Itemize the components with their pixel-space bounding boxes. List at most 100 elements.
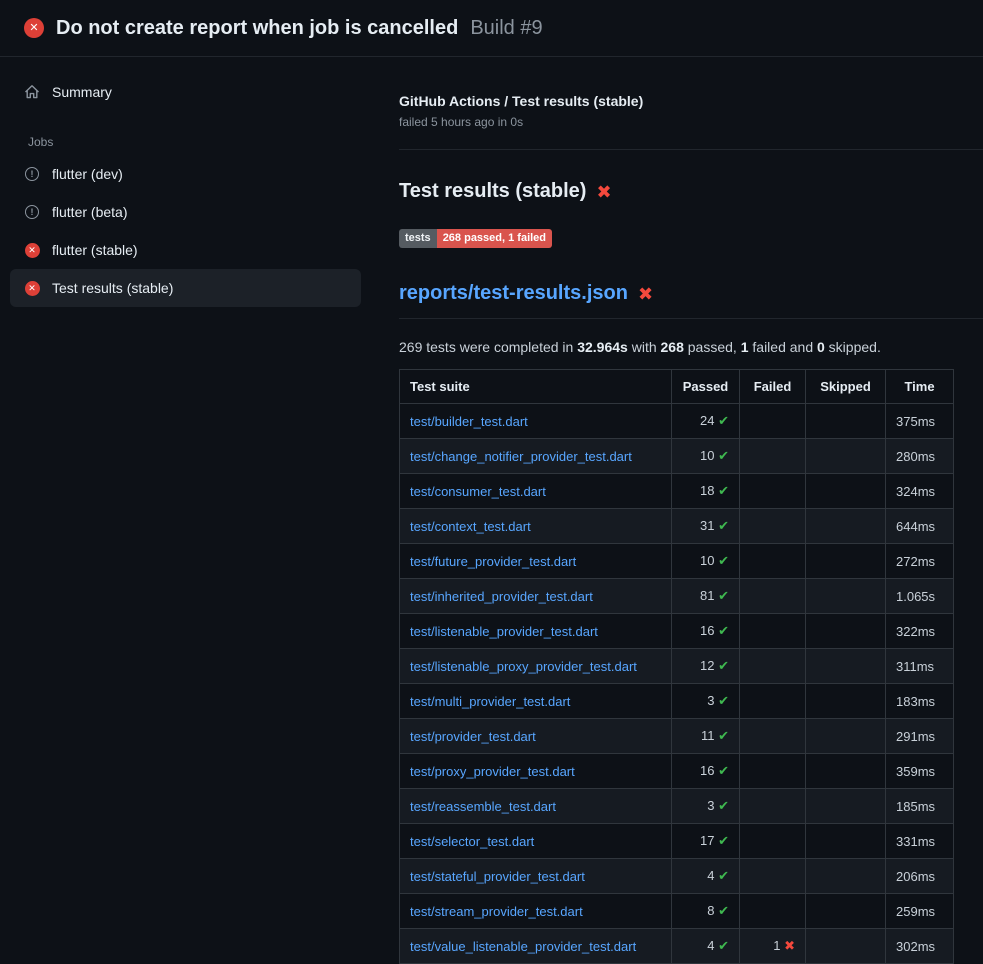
failed-cell (740, 824, 806, 859)
passed-cell: 16 ✔ (672, 754, 740, 789)
passed-cell: 24 ✔ (672, 404, 740, 439)
table-row: test/listenable_provider_test.dart16 ✔32… (400, 614, 954, 649)
failed-status-icon: ✕ (24, 243, 40, 258)
test-suite-link[interactable]: test/change_notifier_provider_test.dart (410, 449, 632, 464)
table-row: test/stream_provider_test.dart8 ✔259ms (400, 894, 954, 929)
check-icon: ✔ (718, 728, 729, 743)
column-header-failed: Failed (740, 370, 806, 404)
summary-text: skipped. (825, 339, 881, 355)
passed-count: 12 (700, 658, 714, 673)
failed-cell (740, 859, 806, 894)
passed-count: 11 (701, 728, 715, 743)
passed-count: 31 (700, 518, 714, 533)
failed-status-icon: ✕ (24, 18, 44, 38)
sidebar-item-test-results-stable[interactable]: ✕ Test results (stable) (10, 269, 361, 307)
cross-icon: ✖ (784, 938, 795, 953)
sidebar-item-flutter-dev[interactable]: ! flutter (dev) (10, 155, 361, 193)
suite-cell: test/consumer_test.dart (400, 474, 672, 509)
passed-count: 3 (707, 798, 714, 813)
test-suite-link[interactable]: test/future_provider_test.dart (410, 554, 576, 569)
report-heading: reports/test-results.json ✖ (399, 282, 983, 305)
table-row: test/provider_test.dart11 ✔291ms (400, 719, 954, 754)
badge-value: 268 passed, 1 failed (437, 229, 552, 248)
sidebar-item-flutter-stable[interactable]: ✕ flutter (stable) (10, 231, 361, 269)
test-suite-link[interactable]: test/multi_provider_test.dart (410, 694, 570, 709)
suite-cell: test/reassemble_test.dart (400, 789, 672, 824)
test-suite-link[interactable]: test/proxy_provider_test.dart (410, 764, 575, 779)
time-cell: 324ms (886, 474, 954, 509)
summary-failed-count: 1 (741, 339, 749, 355)
table-row: test/selector_test.dart 17 ✔ 331ms (400, 824, 954, 859)
report-file-link[interactable]: reports/test-results.json (399, 282, 628, 305)
badge-label: tests (399, 229, 437, 248)
skipped-cell (806, 509, 886, 544)
table-row: test/consumer_test.dart 18 ✔ 324ms (400, 474, 954, 509)
section-title-text: Test results (stable) (399, 180, 586, 203)
test-suite-link[interactable]: test/reassemble_test.dart (410, 799, 556, 814)
passed-count: 16 (700, 623, 714, 638)
table-row: test/stateful_provider_test.dart4 ✔206ms (400, 859, 954, 894)
test-suite-link[interactable]: test/stateful_provider_test.dart (410, 869, 585, 884)
passed-cell: 17 ✔ (672, 824, 740, 859)
main-content: GitHub Actions / Test results (stable) f… (375, 57, 983, 950)
failed-cell (740, 474, 806, 509)
column-header-test-suite: Test suite (400, 370, 672, 404)
table-row: test/change_notifier_provider_test.dart 1… (400, 439, 954, 474)
test-suite-link[interactable]: test/stream_provider_test.dart (410, 904, 583, 919)
check-icon: ✔ (718, 623, 729, 638)
time-cell: 1.065s (886, 579, 954, 614)
passed-count: 8 (707, 903, 714, 918)
passed-count: 18 (700, 483, 714, 498)
check-icon: ✔ (718, 483, 729, 498)
test-suite-link[interactable]: test/builder_test.dart (410, 414, 528, 429)
sidebar-item-summary[interactable]: Summary (10, 73, 361, 111)
suite-cell: test/value_listenable_provider_test.dart (400, 929, 672, 964)
passed-count: 4 (707, 938, 714, 953)
tests-badge: tests 268 passed, 1 failed (399, 229, 552, 248)
time-cell: 185ms (886, 789, 954, 824)
time-cell: 375ms (886, 404, 954, 439)
time-cell: 644ms (886, 509, 954, 544)
breadcrumb: GitHub Actions / Test results (stable) (399, 93, 983, 109)
passed-cell: 4 ✔ (672, 859, 740, 894)
failed-cell (740, 719, 806, 754)
divider (399, 318, 983, 319)
build-number: Build #9 (470, 17, 542, 40)
suite-cell: test/listenable_provider_test.dart (400, 614, 672, 649)
summary-skipped-count: 0 (817, 339, 825, 355)
suite-cell: test/proxy_provider_test.dart (400, 754, 672, 789)
time-cell: 359ms (886, 754, 954, 789)
failed-cell (740, 579, 806, 614)
passed-cell: 16 ✔ (672, 614, 740, 649)
passed-cell: 81 ✔ (672, 579, 740, 614)
table-row: test/multi_provider_test.dart3 ✔183ms (400, 684, 954, 719)
passed-cell: 8 ✔ (672, 894, 740, 929)
check-icon: ✔ (718, 413, 729, 428)
failed-cell (740, 614, 806, 649)
test-suite-link[interactable]: test/context_test.dart (410, 519, 531, 534)
suite-cell: test/inherited_provider_test.dart (400, 579, 672, 614)
failed-cell (740, 439, 806, 474)
passed-count: 10 (700, 448, 714, 463)
passed-cell: 10 ✔ (672, 439, 740, 474)
passed-count: 81 (700, 588, 714, 603)
column-header-skipped: Skipped (806, 370, 886, 404)
section-title: Test results (stable) ✖ (399, 180, 983, 203)
test-suite-link[interactable]: test/listenable_proxy_provider_test.dart (410, 659, 637, 674)
check-icon: ✔ (718, 798, 729, 813)
failed-cell (740, 649, 806, 684)
sidebar-item-flutter-beta[interactable]: ! flutter (beta) (10, 193, 361, 231)
test-suite-link[interactable]: test/consumer_test.dart (410, 484, 546, 499)
home-icon (24, 84, 40, 100)
run-status-line: failed 5 hours ago in 0s (399, 115, 983, 129)
run-title: Do not create report when job is cancell… (56, 17, 458, 40)
test-suite-link[interactable]: test/inherited_provider_test.dart (410, 589, 593, 604)
table-row: test/context_test.dart31 ✔644ms (400, 509, 954, 544)
test-suite-link[interactable]: test/selector_test.dart (410, 834, 534, 849)
check-icon: ✔ (718, 553, 729, 568)
jobs-section-label: Jobs (28, 135, 375, 149)
test-suite-link[interactable]: test/value_listenable_provider_test.dart (410, 939, 636, 954)
test-suite-link[interactable]: test/provider_test.dart (410, 729, 536, 744)
test-suite-link[interactable]: test/listenable_provider_test.dart (410, 624, 598, 639)
time-cell: 331ms (886, 824, 954, 859)
